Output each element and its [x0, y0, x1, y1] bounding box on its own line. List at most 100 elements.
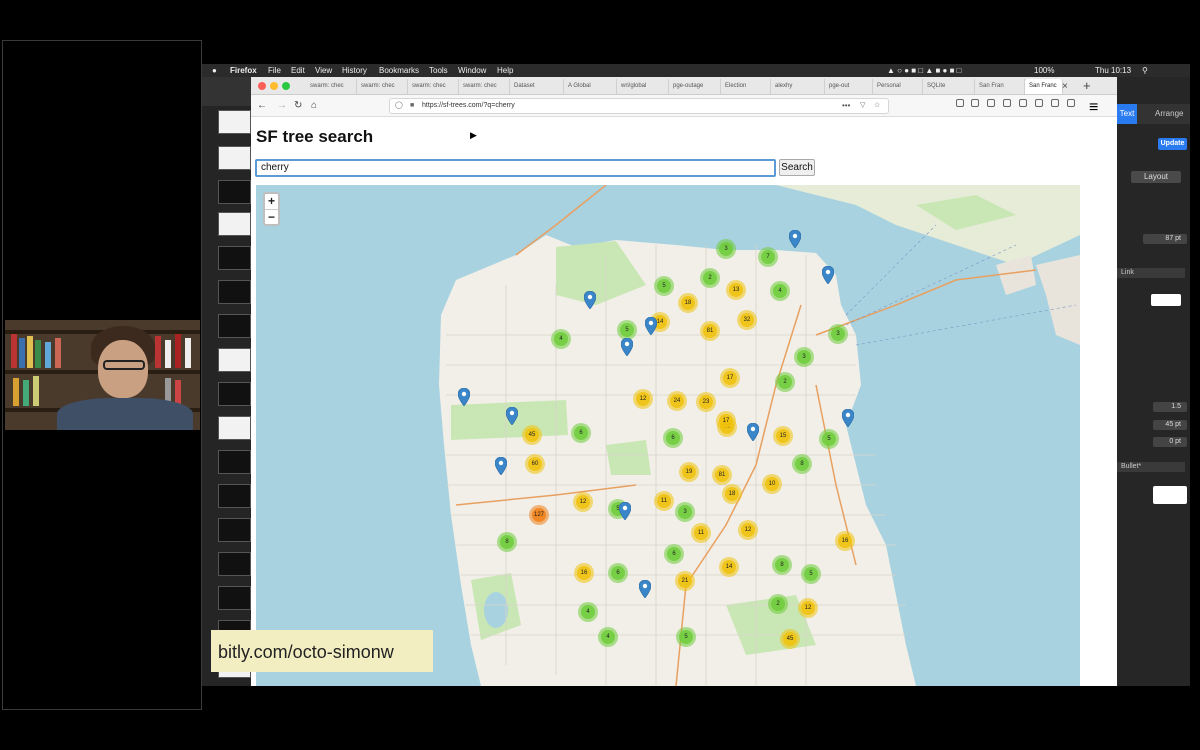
tree-cluster-marker[interactable]: 2 [768, 594, 788, 614]
menu-file[interactable]: File [268, 64, 281, 77]
extension-icon[interactable] [1067, 99, 1075, 107]
new-tab-button[interactable]: + [1083, 77, 1091, 95]
tree-cluster-marker[interactable]: 4 [578, 602, 598, 622]
tree-pin-marker[interactable] [842, 409, 854, 427]
browser-tab[interactable]: SQLite [923, 79, 975, 94]
tree-cluster-marker[interactable]: 32 [737, 310, 757, 330]
tree-cluster-marker[interactable]: 18 [722, 484, 742, 504]
pocket-icon[interactable]: ▽ [860, 99, 865, 113]
tree-cluster-marker[interactable]: 7 [758, 247, 778, 267]
browser-tab[interactable]: San Fran [975, 79, 1025, 94]
browser-tab[interactable]: Dataset [510, 79, 564, 94]
battery-percent[interactable]: 100% [1034, 64, 1054, 77]
menu-help[interactable]: Help [497, 64, 513, 77]
tree-cluster-marker[interactable]: 5 [654, 276, 674, 296]
menu-app-name[interactable]: Firefox [230, 64, 257, 77]
shield-icon[interactable]: ◯ [395, 99, 403, 113]
tree-pin-marker[interactable] [789, 230, 801, 248]
tree-cluster-marker[interactable]: 18 [678, 293, 698, 313]
link-select[interactable]: Link [1117, 268, 1185, 278]
map[interactable]: + − 372513418148132523431724231215121756… [256, 185, 1080, 686]
browser-tab[interactable]: Election [721, 79, 771, 94]
url-text[interactable]: https://sf-trees.com/?q=cherry [422, 99, 515, 113]
search-input[interactable]: cherry [255, 159, 776, 177]
tree-cluster-marker[interactable]: 19 [679, 462, 699, 482]
browser-tab[interactable]: A Global [564, 79, 617, 94]
sidebar-icon[interactable] [987, 99, 995, 107]
tree-cluster-marker[interactable]: 81 [712, 465, 732, 485]
apple-menu-icon[interactable]: ● [212, 64, 217, 77]
slide-thumbnail[interactable] [218, 146, 251, 170]
slide-thumbnail[interactable] [218, 348, 251, 372]
browser-tab[interactable]: pge-outage [669, 79, 721, 94]
browser-tab[interactable]: pge-out [825, 79, 873, 94]
slide-thumbnail[interactable] [218, 382, 251, 406]
slide-thumbnail[interactable] [218, 246, 251, 270]
search-button[interactable]: Search [779, 159, 815, 176]
tree-cluster-marker[interactable]: 8 [792, 454, 812, 474]
page-actions-icon[interactable]: ••• [842, 99, 850, 113]
text-style-button[interactable] [1153, 486, 1187, 504]
close-tab-icon[interactable]: × [1062, 79, 1068, 94]
browser-tab[interactable]: swarm: chec [357, 79, 408, 94]
tree-cluster-marker[interactable]: 2 [700, 268, 720, 288]
spacing-field[interactable]: 1.5 [1153, 402, 1187, 412]
tree-pin-marker[interactable] [639, 580, 651, 598]
extension-icon[interactable] [1035, 99, 1043, 107]
tree-cluster-marker[interactable]: 3 [716, 239, 736, 259]
tree-cluster-marker[interactable]: 12 [798, 598, 818, 618]
tree-cluster-marker[interactable]: 127 [529, 505, 549, 525]
tree-cluster-marker[interactable]: 6 [663, 428, 683, 448]
tree-cluster-marker[interactable]: 4 [598, 627, 618, 647]
tree-cluster-marker[interactable]: 23 [696, 392, 716, 412]
tree-cluster-marker[interactable]: 21 [675, 571, 695, 591]
slide-thumbnail[interactable] [218, 280, 251, 304]
tree-pin-marker[interactable] [584, 291, 596, 309]
browser-tab[interactable]: Personal [873, 79, 923, 94]
spotlight-icon[interactable]: ⚲ [1142, 64, 1148, 77]
forward-button[interactable]: → [277, 98, 287, 114]
tree-cluster-marker[interactable]: 11 [654, 491, 674, 511]
tree-cluster-marker[interactable]: 16 [574, 563, 594, 583]
menu-edit[interactable]: Edit [291, 64, 305, 77]
slide-thumbnail[interactable] [218, 314, 251, 338]
tree-pin-marker[interactable] [822, 266, 834, 284]
tree-cluster-marker[interactable]: 60 [525, 454, 545, 474]
zoom-window-button[interactable] [282, 82, 290, 90]
tree-pin-marker[interactable] [506, 407, 518, 425]
font-size-field[interactable]: 87 pt [1143, 234, 1187, 244]
tree-cluster-marker[interactable]: 3 [794, 347, 814, 367]
reload-button[interactable]: ↻ [294, 98, 302, 114]
tree-cluster-marker[interactable]: 81 [700, 321, 720, 341]
tree-cluster-marker[interactable]: 4 [551, 329, 571, 349]
tree-cluster-marker[interactable]: 17 [716, 411, 736, 431]
tree-cluster-marker[interactable]: 8 [772, 555, 792, 575]
menu-view[interactable]: View [315, 64, 332, 77]
tab-text[interactable]: Text [1117, 104, 1137, 124]
tree-pin-marker[interactable] [747, 423, 759, 441]
slide-thumbnail[interactable] [218, 518, 251, 542]
browser-tab[interactable]: alexhy [771, 79, 825, 94]
tree-pin-marker[interactable] [621, 338, 633, 356]
tree-cluster-marker[interactable]: 5 [801, 564, 821, 584]
slide-thumbnail[interactable] [218, 180, 251, 204]
tree-cluster-marker[interactable]: 10 [762, 474, 782, 494]
tree-cluster-marker[interactable]: 3 [828, 324, 848, 344]
tree-cluster-marker[interactable]: 4 [770, 281, 790, 301]
library-icon[interactable] [971, 99, 979, 107]
menu-bookmarks[interactable]: Bookmarks [379, 64, 419, 77]
tree-cluster-marker[interactable]: 8 [497, 532, 517, 552]
slide-thumbnail[interactable] [218, 484, 251, 508]
tree-cluster-marker[interactable]: 14 [719, 557, 739, 577]
browser-tab[interactable]: swarm: chec [408, 79, 459, 94]
tree-cluster-marker[interactable]: 45 [780, 629, 800, 649]
tree-cluster-marker[interactable]: 12 [573, 492, 593, 512]
tree-cluster-marker[interactable]: 5 [819, 429, 839, 449]
minimize-window-button[interactable] [270, 82, 278, 90]
tree-cluster-marker[interactable]: 6 [664, 544, 684, 564]
tree-cluster-marker[interactable]: 6 [571, 423, 591, 443]
tree-cluster-marker[interactable]: 12 [633, 389, 653, 409]
color-swatch[interactable] [1151, 294, 1181, 306]
browser-tab[interactable]: San Franc [1025, 79, 1063, 94]
slide-thumbnail[interactable] [218, 212, 251, 236]
